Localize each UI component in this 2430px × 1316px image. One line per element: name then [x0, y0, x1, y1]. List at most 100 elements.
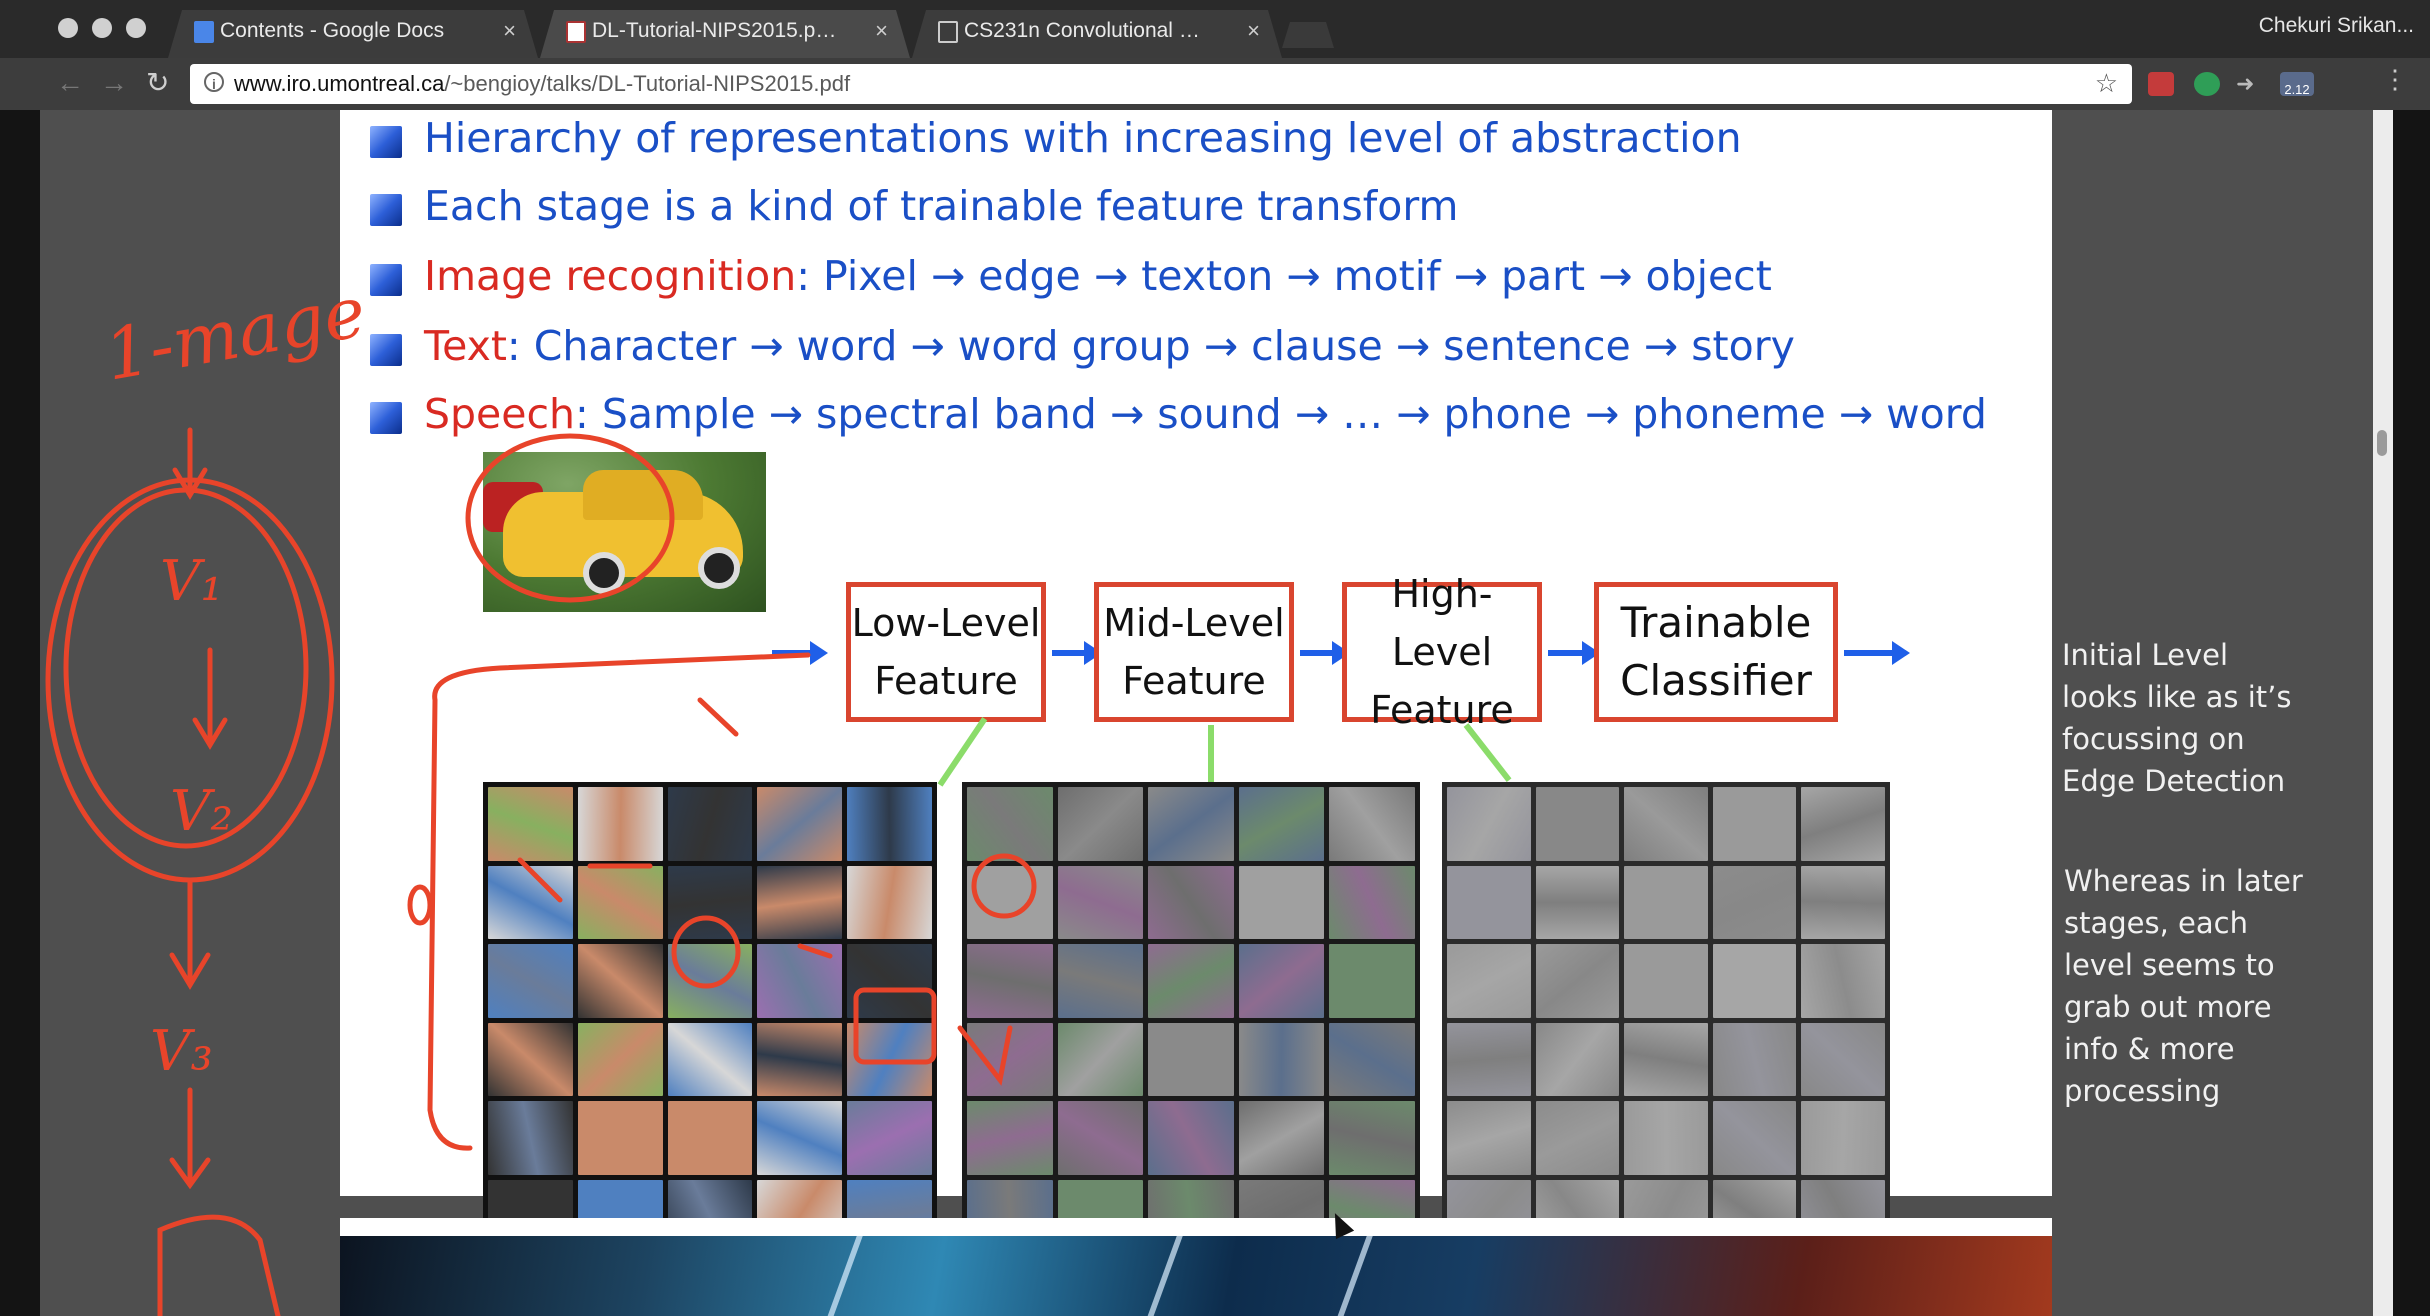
- filter-tile: [1329, 1022, 1415, 1096]
- filter-tile: [1712, 865, 1797, 939]
- filter-tile: [847, 1101, 932, 1175]
- gmail-extension-icon[interactable]: [2148, 72, 2174, 96]
- bullet-prefix: Image recognition: [424, 252, 797, 300]
- pipeline-arrow: [1300, 641, 1350, 665]
- bullet-text: Image recognition: Pixel → edge → texton…: [424, 252, 1772, 300]
- filter-tile: [577, 1101, 663, 1175]
- filter-tile: [1447, 1022, 1531, 1096]
- filter-tile: [1447, 944, 1531, 1018]
- filter-tile: [1238, 787, 1325, 861]
- filter-tile: [1624, 865, 1708, 939]
- tab-google-docs[interactable]: Contents - Google Docs ×: [168, 10, 538, 58]
- minimize-window-icon[interactable]: [92, 18, 112, 38]
- box-line: Low-Level: [851, 601, 1041, 645]
- pipeline-arrow: [1548, 641, 1600, 665]
- filter-tile: [1535, 944, 1620, 1018]
- close-tab-icon[interactable]: ×: [875, 10, 888, 52]
- filter-tile: [1801, 1101, 1885, 1175]
- url-domain: www.iro.umontreal.ca: [234, 71, 445, 96]
- tab-label: Contents - Google Docs: [220, 19, 445, 42]
- tab-dl-tutorial[interactable]: DL-Tutorial-NIPS2015.pptx ×: [540, 10, 910, 58]
- close-window-icon[interactable]: [58, 18, 78, 38]
- filter-tile: [577, 1022, 663, 1096]
- bullet-text: Speech: Sample → spectral band → sound →…: [424, 390, 1987, 438]
- grammarly-extension-icon[interactable]: [2194, 72, 2220, 96]
- box-line: High-Level: [1391, 572, 1493, 674]
- info-icon[interactable]: i: [204, 72, 224, 92]
- bullet-square-icon: [370, 126, 402, 158]
- high-level-filters-grid: [1442, 782, 1890, 1258]
- tab-bar: Contents - Google Docs × DL-Tutorial-NIP…: [0, 0, 2430, 58]
- menu-icon[interactable]: ⋮: [2382, 64, 2408, 95]
- url-text[interactable]: www.iro.umontreal.ca/~bengioy/talks/DL-T…: [234, 64, 850, 104]
- note-line: focussing on: [2062, 722, 2245, 756]
- pipeline-arrow: [1052, 641, 1102, 665]
- filter-tile: [1057, 944, 1144, 1018]
- bullet-prefix: Text: [424, 322, 507, 370]
- filter-tile: [1057, 865, 1144, 939]
- car-photo: [483, 452, 766, 612]
- filter-tile: [1447, 1101, 1531, 1175]
- close-tab-icon[interactable]: ×: [1247, 10, 1260, 52]
- bullet-square-icon: [370, 402, 402, 434]
- filter-tile: [967, 1022, 1053, 1096]
- box-line: Feature: [874, 659, 1018, 703]
- filter-tile: [667, 865, 753, 939]
- tab-label: DL-Tutorial-NIPS2015.pptx: [592, 19, 840, 42]
- filter-tile: [1535, 865, 1620, 939]
- filter-tile: [1712, 1101, 1797, 1175]
- filter-tile: [1535, 1101, 1620, 1175]
- tab-cs231n[interactable]: CS231n Convolutional Neural Networks ×: [912, 10, 1282, 58]
- reload-icon[interactable]: ↻: [146, 66, 169, 100]
- filter-tile: [1057, 787, 1144, 861]
- bullet-text: Each stage is a kind of trainable featur…: [424, 182, 1459, 230]
- filter-tile: [967, 944, 1053, 1018]
- mid-level-filters-grid: [962, 782, 1420, 1258]
- filter-tile: [967, 865, 1053, 939]
- bullet-square-icon: [370, 264, 402, 296]
- vertical-scrollbar[interactable]: [2373, 110, 2393, 1316]
- filter-tile: [488, 865, 573, 939]
- address-bar[interactable]: i www.iro.umontreal.ca/~bengioy/talks/DL…: [190, 64, 2132, 104]
- filter-tile: [967, 1101, 1053, 1175]
- filter-tile: [757, 944, 843, 1018]
- close-tab-icon[interactable]: ×: [503, 10, 516, 52]
- box-line: Trainable: [1620, 598, 1812, 647]
- filter-tile: [847, 944, 932, 1018]
- maximize-window-icon[interactable]: [126, 18, 146, 38]
- filter-tile: [1801, 1022, 1885, 1096]
- bullet-text: Hierarchy of representations with increa…: [424, 114, 1742, 162]
- filter-tile: [1624, 1101, 1708, 1175]
- pdf-viewer: Hierarchy of representations with increa…: [40, 110, 2373, 1316]
- note-line: Initial Level: [2062, 638, 2229, 672]
- bullet-body: : Pixel → edge → texton → motif → part →…: [796, 252, 1772, 300]
- note-line: looks like as it’s: [2062, 680, 2292, 714]
- filter-tile: [1624, 1022, 1708, 1096]
- filter-tile: [1148, 1101, 1234, 1175]
- arrow-extension-icon[interactable]: ➜: [2236, 72, 2262, 96]
- connector-line: [937, 716, 988, 787]
- filter-tile: [1801, 787, 1885, 861]
- forward-icon[interactable]: →: [100, 66, 128, 100]
- new-tab-button[interactable]: [1282, 22, 1334, 48]
- filter-tile: [488, 787, 573, 861]
- bookmark-star-icon[interactable]: ☆: [2095, 68, 2118, 99]
- filter-tile: [1801, 944, 1885, 1018]
- docs-icon: [194, 21, 214, 43]
- filter-tile: [577, 944, 663, 1018]
- note-line: Whereas in later: [2064, 864, 2303, 898]
- scrollbar-thumb[interactable]: [2377, 430, 2387, 456]
- filter-tile: [1238, 1101, 1325, 1175]
- filter-tile: [1329, 787, 1415, 861]
- filter-tile: [488, 944, 573, 1018]
- back-icon[interactable]: ←: [56, 66, 84, 100]
- filter-tile: [757, 865, 843, 939]
- bullet-square-icon: [370, 334, 402, 366]
- extension-badge-icon[interactable]: 2.12: [2280, 72, 2314, 97]
- profile-name[interactable]: Chekuri Srikan...: [2259, 14, 2414, 38]
- filter-tile: [1624, 787, 1708, 861]
- trainable-classifier-box: Trainable Classifier: [1594, 582, 1838, 722]
- filter-tile: [667, 944, 753, 1018]
- filter-tile: [667, 1022, 753, 1096]
- note-line: level seems to: [2064, 948, 2275, 982]
